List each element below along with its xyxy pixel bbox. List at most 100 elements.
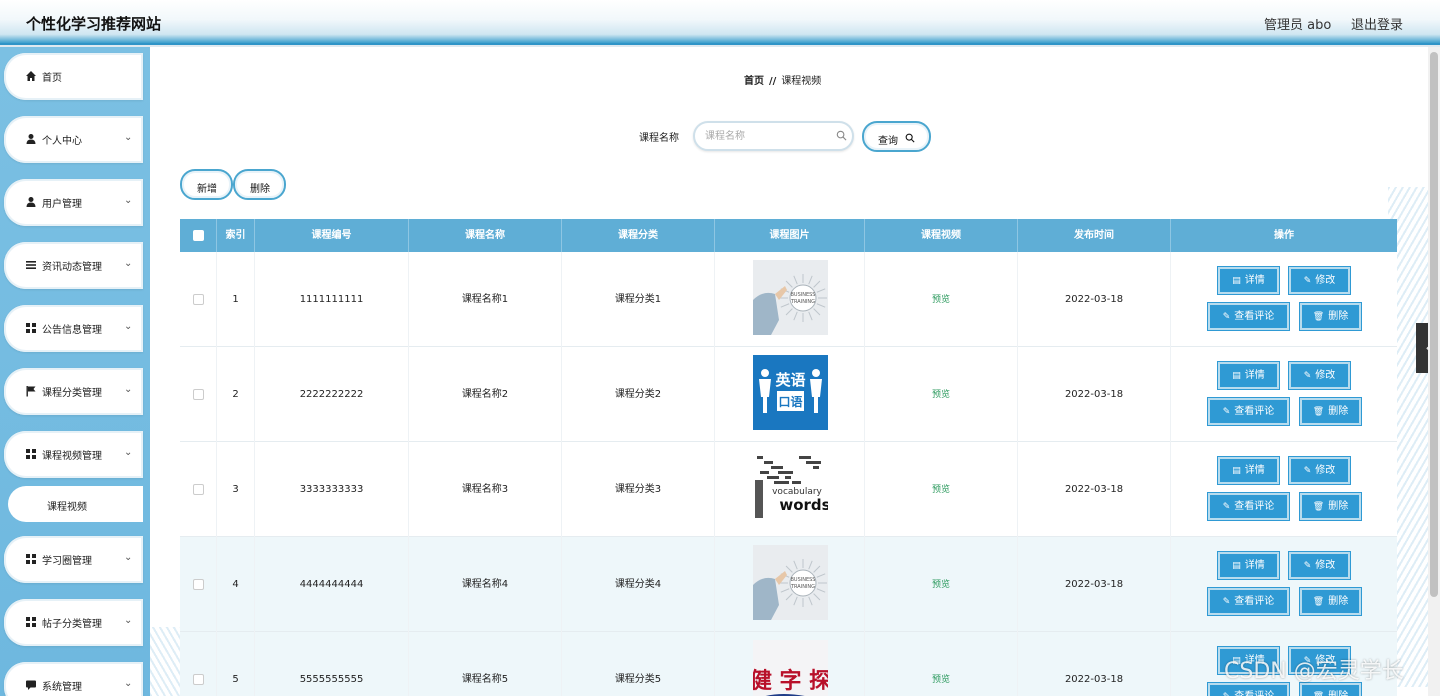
column-header: 课程分类 [562,219,715,252]
detail-button[interactable]: ▤ 详情 [1218,362,1279,389]
breadcrumb-home[interactable]: 首页 [744,76,764,87]
sidebar-item-label: 帖子分类管理 [42,619,102,630]
view-comments-button[interactable]: ✎查看评论 [1208,493,1289,520]
delete-button-label: 删除 [1328,691,1348,696]
detail-button[interactable]: ▤ 详情 [1218,267,1279,294]
detail-button[interactable]: ▤ 详情 [1218,457,1279,484]
logout-link[interactable]: 退出登录 [1351,14,1403,33]
sidebar-item-post-category-management[interactable]: 帖子分类管理 ⌄ [4,599,143,646]
svg-text:BUSINESS: BUSINESS [791,577,816,583]
course-category-cell: 课程分类4 [562,537,715,632]
course-video-cell: 预览 [865,442,1018,537]
header-select-all [180,219,217,252]
delete-button[interactable]: 🗑删除 [1300,588,1361,615]
bulk-delete-button[interactable]: 删除 [233,169,286,200]
row-checkbox[interactable] [193,579,204,590]
document-icon: ▤ [1232,276,1241,286]
publish-date-cell: 2022-03-18 [1018,347,1171,442]
chevron-down-icon: ⌄ [124,384,133,395]
view-comments-button-label: 查看评论 [1234,311,1275,322]
sidebar-item-notice-management[interactable]: 公告信息管理 ⌄ [4,305,143,352]
video-preview-link[interactable]: 预览 [932,390,950,400]
search-button[interactable]: 查询 [862,121,931,152]
edit-button[interactable]: ✎ 修改 [1289,457,1350,484]
scrollbar-thumb[interactable] [1430,52,1438,597]
delete-button-label: 删除 [1328,311,1349,322]
row-checkbox[interactable] [193,389,204,400]
table-header: 索引 课程编号 课程名称 课程分类 课程图片 课程视频 发布时间 操作 [180,219,1397,252]
chevron-down-icon: ⌄ [124,195,133,206]
index-cell: 3 [217,442,255,537]
chevron-down-icon: ⌄ [124,132,133,143]
edit-button[interactable]: ✎ 修改 [1289,362,1350,389]
sidebar-item-news-management[interactable]: 资讯动态管理 ⌄ [4,242,143,289]
row-checkbox[interactable] [193,674,204,685]
course-thumbnail: BUSINESS TRAINING [753,260,828,335]
sidebar-item-course-category-management[interactable]: 课程分类管理 ⌄ [4,368,143,415]
course-thumbnail: BUSINESS TRAINING [753,545,828,620]
breadcrumb: 首页 // 课程视频 [744,72,821,87]
detail-button[interactable]: ▤ 详情 [1218,552,1279,579]
video-preview-link[interactable]: 预览 [932,485,950,495]
document-icon: ▤ [1232,466,1241,476]
site-title: 个性化学习推荐网站 [26,15,162,33]
view-comments-button[interactable]: ✎查看评论 [1208,588,1289,615]
search-icon [836,130,847,141]
svg-text:TRAINING: TRAINING [790,299,815,305]
search-input[interactable] [705,129,830,144]
sidebar-item-system-management[interactable]: 系统管理 ⌄ [4,662,143,696]
table-row: 5 5555555555 课程名称5 课程分类5 健 字 探预览 2022-03-18 ▤ 详… [180,632,1397,696]
row-actions-cell: ▤详情 ✎修改✎查看评论 🗑删除 [1171,537,1397,632]
course-thumbnail: 健 字 探 [753,640,828,696]
course-category-cell: 课程分类2 [562,347,715,442]
chevron-down-icon: ⌄ [124,552,133,563]
course-code-cell: 3333333333 [255,442,409,537]
sidebar-item-label: 个人中心 [42,136,82,147]
column-header: 发布时间 [1018,219,1171,252]
chevron-down-icon: ⌄ [124,447,133,458]
chevron-down-icon: ⌄ [124,258,133,269]
svg-text:健 字 探: 健 字 探 [753,668,828,694]
publish-date-cell: 2022-03-18 [1018,252,1171,347]
sidebar-item-user-management[interactable]: 用户管理 ⌄ [4,179,143,226]
svg-text:BUSINESS: BUSINESS [791,292,816,298]
video-preview-link[interactable]: 预览 [932,675,950,685]
view-comments-button[interactable]: ✎查看评论 [1208,303,1289,330]
scrollbar[interactable] [1428,47,1440,696]
search-icon [905,133,915,143]
view-comments-button-label: 查看评论 [1234,691,1274,696]
row-checkbox[interactable] [193,294,204,305]
admin-label: 管理员 abo [1264,18,1332,33]
sidebar-item-home[interactable]: 首页 [4,53,143,100]
add-button[interactable]: 新增 [180,169,233,200]
edit-button[interactable]: ✎ 修改 [1289,552,1350,579]
sidebar-item-course-video-management[interactable]: 课程视频管理 ⌄ [4,431,143,478]
row-checkbox[interactable] [193,484,204,495]
sidebar-item-study-circle-management[interactable]: 学习圈管理 ⌄ [4,536,143,583]
video-preview-link[interactable]: 预览 [932,295,950,305]
select-all-checkbox[interactable] [193,230,204,241]
sidebar-subitem-course-video[interactable]: 课程视频 [8,486,143,522]
view-comments-button[interactable]: ✎查看评论 [1208,398,1289,425]
delete-button[interactable]: 🗑删除 [1300,398,1361,425]
delete-button-label: 删除 [1328,596,1349,607]
row-select-cell [180,442,217,537]
sidebar-subitem-label: 课程视频 [47,502,87,513]
sidebar: 首页 个人中心 ⌄ 用户管理 ⌄ 资讯动态管理 ⌄ 公告信息管理 ⌄ 课程分类管… [0,47,150,696]
publish-date-cell: 2022-03-18 [1018,632,1171,696]
publish-date-cell: 2022-03-18 [1018,442,1171,537]
search-label: 课程名称 [639,133,679,144]
delete-button[interactable]: 🗑删除 [1300,303,1361,330]
column-header: 操作 [1274,230,1294,241]
grid-icon [26,449,36,459]
column-header: 课程名称 [409,219,562,252]
grid-icon [26,323,36,333]
delete-button[interactable]: 🗑删除 [1300,493,1361,520]
course-video-cell: 预览 [865,632,1018,696]
course-category-cell: 课程分类5 [562,632,715,696]
search-button-label: 查询 [878,136,898,147]
document-icon: ▤ [1232,371,1241,381]
edit-button[interactable]: ✎ 修改 [1289,267,1350,294]
video-preview-link[interactable]: 预览 [932,580,950,590]
sidebar-item-personal-center[interactable]: 个人中心 ⌄ [4,116,143,163]
